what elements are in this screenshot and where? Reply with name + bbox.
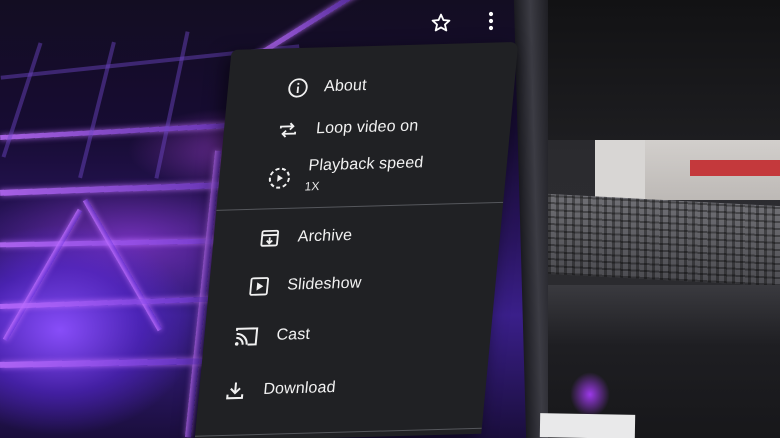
playback-speed-value: 1X	[303, 179, 321, 194]
slideshow-icon	[246, 274, 272, 299]
star-outline-icon	[431, 13, 451, 32]
menu-item-playback-speed[interactable]: Playback speed 1X	[217, 144, 509, 208]
favorite-button[interactable]	[426, 8, 456, 38]
speaker-grille	[548, 193, 780, 287]
more-vert-icon	[488, 11, 494, 31]
more-options-button[interactable]	[478, 6, 504, 36]
menu-item-label: About	[323, 77, 368, 96]
menu-item-label: Slideshow	[286, 274, 363, 294]
playback-speed-icon	[266, 166, 292, 191]
white-card	[539, 413, 636, 438]
menu-item-label: Cast	[275, 325, 311, 344]
info-icon	[285, 76, 311, 101]
menu-item-cast[interactable]: Cast	[202, 308, 493, 360]
menu-item-label: Playback speed	[307, 154, 425, 175]
purple-light	[570, 372, 610, 417]
wall-panel	[595, 140, 780, 200]
menu-item-label: Loop video on	[315, 117, 420, 138]
archive-icon	[257, 226, 283, 251]
menu-item-archive[interactable]: Archive	[211, 210, 502, 262]
menu-item-label: Download	[262, 378, 337, 398]
loop-icon	[275, 118, 301, 143]
menu-item-download[interactable]: Download	[197, 362, 488, 414]
menu-item-slideshow[interactable]: Slideshow	[207, 258, 498, 310]
studio-ceiling	[548, 0, 780, 140]
overflow-menu: About Loop video on Playback speed 1X Ar…	[194, 41, 519, 438]
download-icon	[222, 378, 248, 403]
cast-icon	[233, 324, 259, 349]
menu-item-label: Archive	[297, 226, 353, 246]
